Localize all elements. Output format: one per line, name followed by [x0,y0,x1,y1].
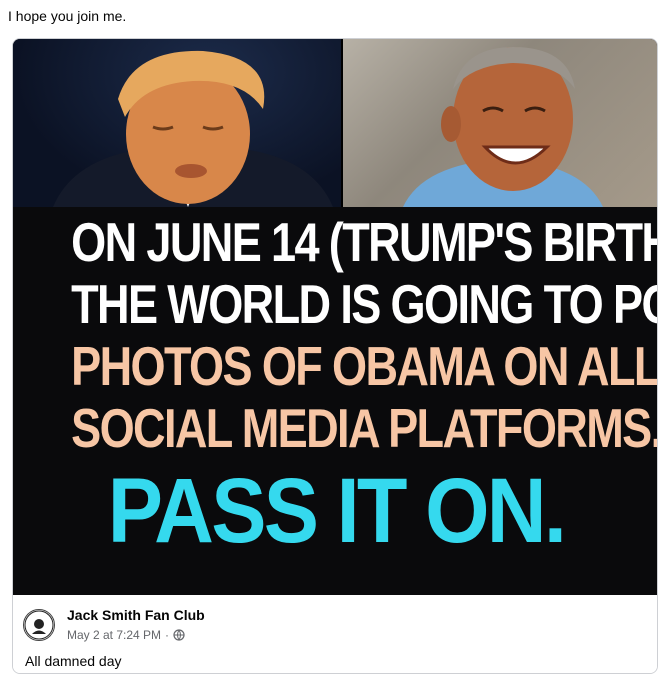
meme-line-2: THE WORLD IS GOING TO POST [71,273,657,335]
original-post-text: All damned day [25,653,122,669]
meme-line-4: SOCIAL MEDIA PLATFORMS. [71,397,658,459]
share-caption: I hope you join me. [8,8,127,24]
post-meta: May 2 at 7:24 PM · [67,628,185,642]
meme-line-5: PASS IT ON. [107,460,567,562]
original-post-footer: Jack Smith Fan Club May 2 at 7:24 PM · A… [13,595,657,673]
page-avatar[interactable] [23,609,55,641]
meta-separator: · [165,628,170,642]
meme-image[interactable]: ON JUNE 14 (TRUMP'S BIRTHDAY) THE WORLD … [13,39,658,595]
portrait-left-illustration [53,50,333,207]
meme-line-3: PHOTOS OF OBAMA ON ALL [71,335,658,397]
avatar-logo-icon [24,610,54,640]
portrait-right-illustration [403,47,603,207]
post-timestamp[interactable]: May 2 at 7:24 PM [67,628,161,642]
photo-right [343,39,657,207]
globe-icon [173,629,185,641]
page-name-link[interactable]: Jack Smith Fan Club [67,607,205,623]
meme-text: ON JUNE 14 (TRUMP'S BIRTHDAY) THE WORLD … [13,211,658,563]
photo-left [13,39,341,207]
meme-line-1: ON JUNE 14 (TRUMP'S BIRTHDAY) [71,211,657,273]
shared-post-card[interactable]: ON JUNE 14 (TRUMP'S BIRTHDAY) THE WORLD … [12,38,658,674]
